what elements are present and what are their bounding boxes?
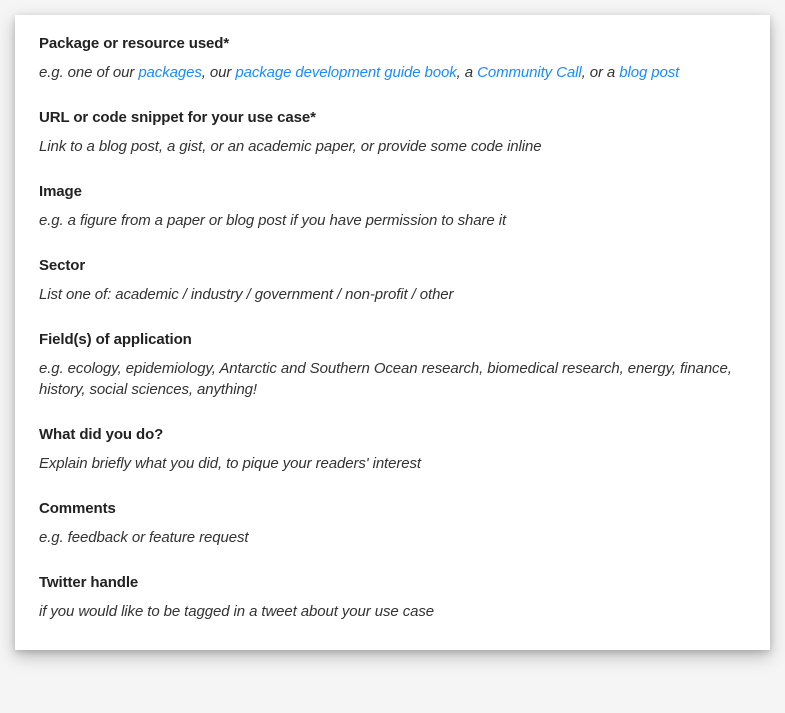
description-url-snippet: Link to a blog post, a gist, or an acade… [39,136,746,157]
link-dev-guide[interactable]: package development guide book [235,64,456,81]
section-sector: Sector List one of: academic / industry … [39,257,746,305]
heading-twitter: Twitter handle [39,574,746,591]
desc-text: , or a [582,64,620,81]
desc-text: , our [202,64,236,81]
description-what-did-you-do: Explain briefly what you did, to pique y… [39,453,746,474]
heading-package-resource: Package or resource used* [39,35,746,52]
description-comments: e.g. feedback or feature request [39,527,746,548]
link-packages[interactable]: packages [138,64,201,81]
heading-comments: Comments [39,500,746,517]
heading-url-snippet: URL or code snippet for your use case* [39,109,746,126]
heading-sector: Sector [39,257,746,274]
section-fields: Field(s) of application e.g. ecology, ep… [39,331,746,400]
link-community-call[interactable]: Community Call [477,64,581,81]
form-template-card: Package or resource used* e.g. one of ou… [15,15,770,650]
heading-what-did-you-do: What did you do? [39,426,746,443]
description-sector: List one of: academic / industry / gover… [39,284,746,305]
section-twitter: Twitter handle if you would like to be t… [39,574,746,622]
desc-text: , a [457,64,477,81]
section-what-did-you-do: What did you do? Explain briefly what yo… [39,426,746,474]
description-image: e.g. a figure from a paper or blog post … [39,210,746,231]
desc-text: e.g. one of our [39,64,138,81]
description-twitter: if you would like to be tagged in a twee… [39,601,746,622]
description-package-resource: e.g. one of our packages, our package de… [39,62,746,83]
heading-image: Image [39,183,746,200]
link-blog-post[interactable]: blog post [619,64,679,81]
section-comments: Comments e.g. feedback or feature reques… [39,500,746,548]
section-url-snippet: URL or code snippet for your use case* L… [39,109,746,157]
section-image: Image e.g. a figure from a paper or blog… [39,183,746,231]
section-package-resource: Package or resource used* e.g. one of ou… [39,35,746,83]
heading-fields: Field(s) of application [39,331,746,348]
description-fields: e.g. ecology, epidemiology, Antarctic an… [39,358,746,400]
